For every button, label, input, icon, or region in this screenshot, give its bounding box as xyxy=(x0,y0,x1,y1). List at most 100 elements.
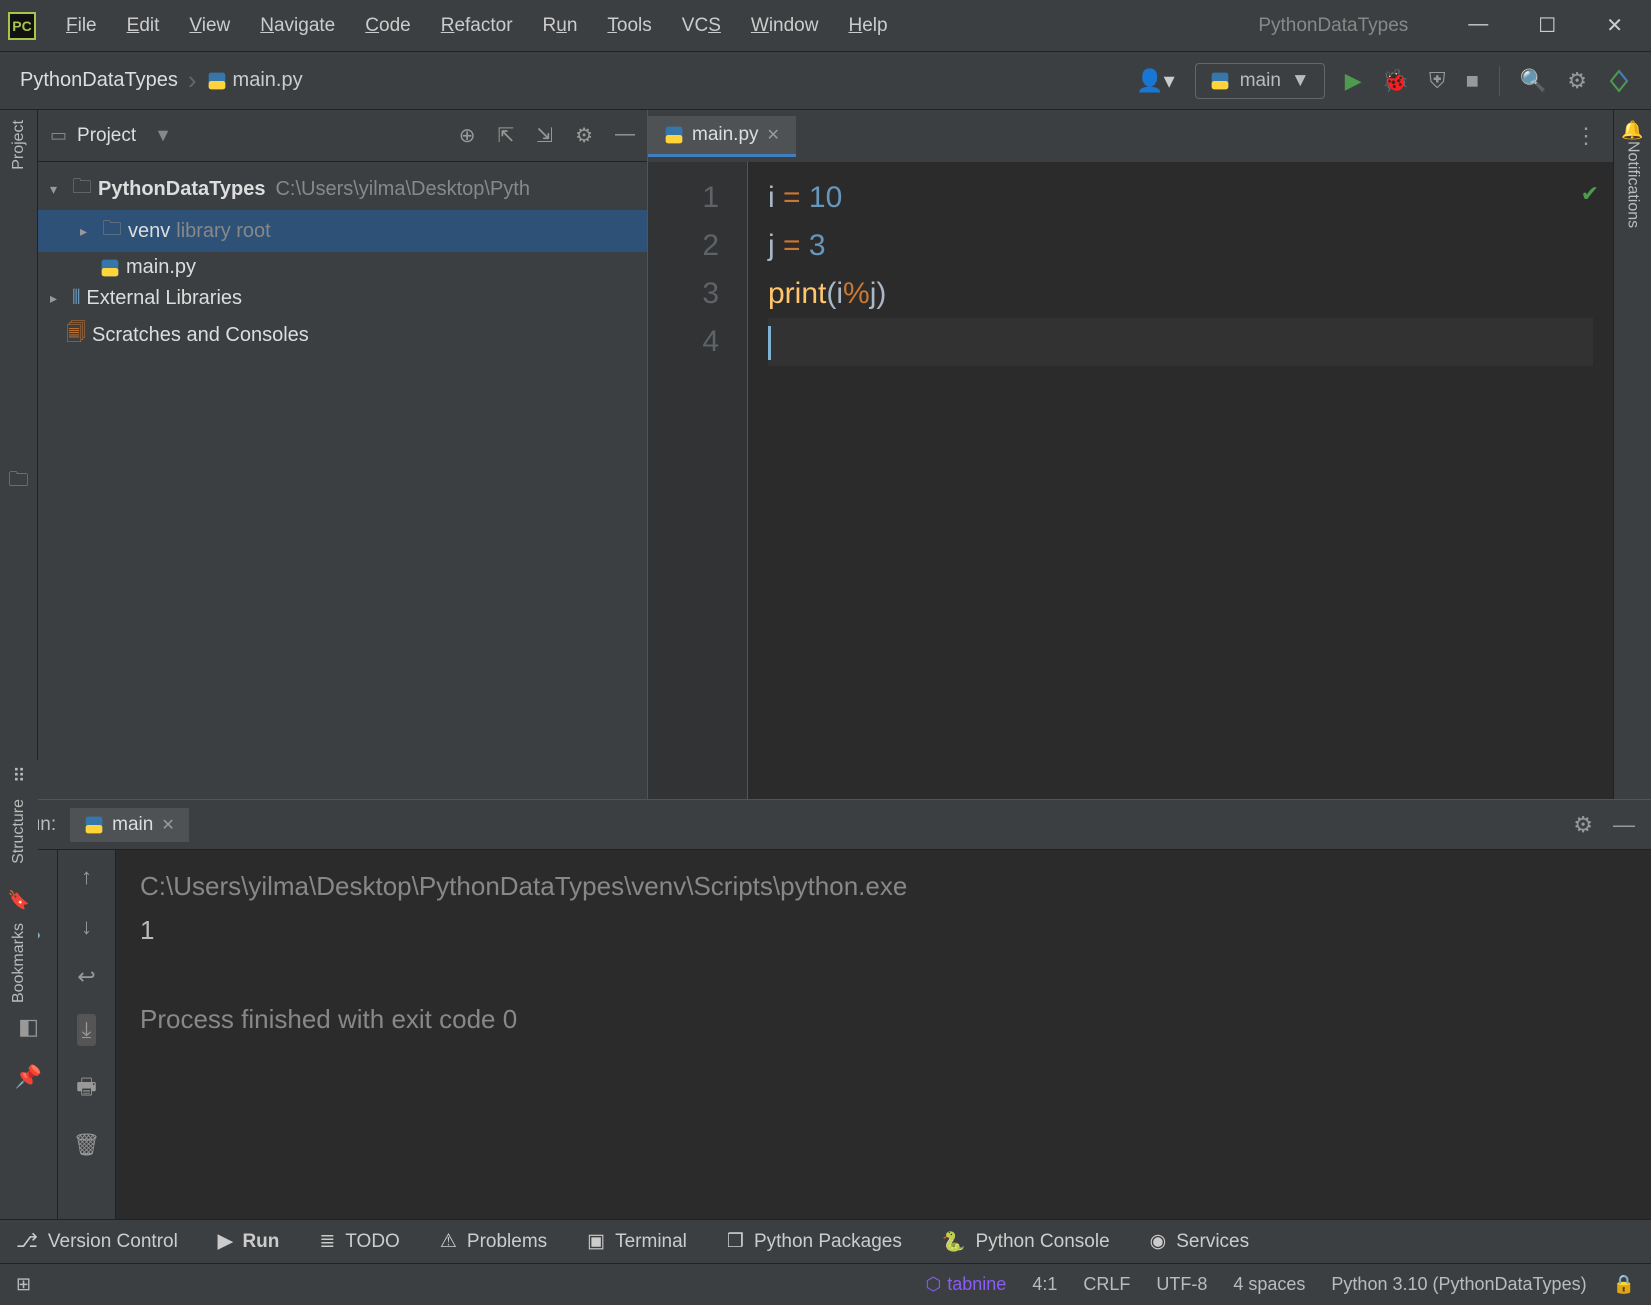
project-view-icon: ▭ xyxy=(50,125,67,146)
breadcrumb-project[interactable]: PythonDataTypes xyxy=(20,69,178,92)
run-body: ▶ 🔧 ■ ◧ 📌 ↑ ↓ ↩ ⤓ 🖶 🗑 C:\Users\yilma\Des… xyxy=(0,850,1651,1219)
services-label: Services xyxy=(1176,1231,1249,1253)
hide-panel-icon[interactable]: — xyxy=(615,123,635,148)
search-button[interactable]: 🔍 xyxy=(1520,68,1547,94)
line-number: 1 xyxy=(648,174,719,222)
trash-icon[interactable]: 🗑 xyxy=(73,1132,101,1158)
code-token: j xyxy=(768,229,775,262)
panel-settings-icon[interactable]: ⚙ xyxy=(575,123,593,148)
tab-close-icon[interactable]: ✕ xyxy=(767,125,780,145)
code-body[interactable]: ✔ i = 10 j = 3 print(i%j) xyxy=(748,162,1613,799)
code-token: ) xyxy=(876,277,886,310)
dropdown-arrow-icon[interactable]: ▼ xyxy=(154,125,172,146)
todo-tab[interactable]: ≣TODO xyxy=(319,1230,399,1253)
python-console-tab[interactable]: 🐍Python Console xyxy=(942,1230,1110,1254)
run-tab[interactable]: ▶Run xyxy=(218,1230,280,1253)
close-button[interactable]: ✕ xyxy=(1606,13,1623,38)
code-editor[interactable]: 1 2 3 4 ✔ i = 10 j = 3 print(i%j) xyxy=(648,162,1613,799)
code-token: ( xyxy=(826,277,836,310)
menu-navigate[interactable]: Navigate xyxy=(260,15,335,37)
debug-button[interactable]: 🐞 xyxy=(1382,68,1409,94)
problems-tab[interactable]: ⚠Problems xyxy=(440,1230,547,1253)
project-tool-tab[interactable]: Project xyxy=(10,120,28,170)
breadcrumb: PythonDataTypes › main.py xyxy=(20,65,303,96)
menu-file[interactable]: File xyxy=(66,15,97,37)
python-file-icon xyxy=(664,125,684,145)
cursor-position[interactable]: 4:1 xyxy=(1032,1274,1057,1295)
scroll-to-end-icon[interactable]: ⤓ xyxy=(77,1014,97,1046)
chevron-down-icon[interactable]: ▾ xyxy=(50,181,66,198)
bookmarks-tool-tab[interactable]: Bookmarks xyxy=(10,923,28,1003)
line-gutter: 1 2 3 4 xyxy=(648,162,748,799)
menu-window[interactable]: Window xyxy=(751,15,819,37)
menu-tools[interactable]: Tools xyxy=(607,15,651,37)
indent-setting[interactable]: 4 spaces xyxy=(1233,1274,1305,1295)
run-config-selector[interactable]: main ▼ xyxy=(1195,63,1325,99)
tree-root[interactable]: ▾ 🗀 PythonDataTypes C:\Users\yilma\Deskt… xyxy=(38,168,647,210)
tabnine-widget[interactable]: ⬡tabnine xyxy=(926,1274,1007,1295)
notifications-icon[interactable]: 🔔 xyxy=(1621,120,1643,141)
run-button[interactable]: ▶ xyxy=(1345,68,1362,94)
structure-icon[interactable]: ⠿ xyxy=(12,766,25,787)
menu-vcs[interactable]: VCS xyxy=(682,15,721,37)
structure-tool-tab[interactable]: Structure xyxy=(10,799,28,864)
files-icon[interactable]: 🗀 xyxy=(9,465,29,499)
pycharm-icon: PC xyxy=(8,12,36,40)
hide-run-panel-icon[interactable]: — xyxy=(1613,812,1635,838)
code-with-me-icon[interactable] xyxy=(1607,69,1631,93)
editor-menu-icon[interactable]: ⋮ xyxy=(1575,123,1597,149)
line-separator[interactable]: CRLF xyxy=(1083,1274,1130,1295)
maximize-button[interactable]: ☐ xyxy=(1538,13,1556,38)
terminal-label: Terminal xyxy=(615,1231,687,1253)
menu-refactor[interactable]: Refactor xyxy=(441,15,513,37)
print-icon[interactable]: 🖶 xyxy=(76,1070,97,1108)
select-opened-file-icon[interactable]: ⊕ xyxy=(459,123,476,148)
menu-help[interactable]: Help xyxy=(848,15,887,37)
console-result: 1 xyxy=(140,908,1627,952)
minimize-button[interactable]: — xyxy=(1468,13,1488,38)
lock-icon[interactable]: 🔒 xyxy=(1613,1274,1635,1295)
project-panel-title[interactable]: Project xyxy=(77,125,136,147)
tree-venv[interactable]: ▸ 🗀 venv library root xyxy=(38,210,647,252)
python-packages-tab[interactable]: ❒Python Packages xyxy=(727,1230,902,1253)
console-output[interactable]: C:\Users\yilma\Desktop\PythonDataTypes\v… xyxy=(116,850,1651,1219)
tab-close-icon[interactable]: ✕ xyxy=(161,815,174,835)
notifications-tool-tab[interactable]: Notifications xyxy=(1624,141,1642,228)
inspection-ok-icon[interactable]: ✔ xyxy=(1581,176,1599,211)
main-toolbar: PythonDataTypes › main.py 👤▾ main ▼ ▶ 🐞 … xyxy=(0,52,1651,110)
breadcrumb-file[interactable]: main.py xyxy=(207,69,303,92)
bookmarks-icon[interactable]: 🔖 xyxy=(8,890,30,911)
menu-view[interactable]: View xyxy=(189,15,230,37)
tree-external-libraries[interactable]: ▸ ⫴ External Libraries xyxy=(38,283,647,314)
interpreter-widget[interactable]: Python 3.10 (PythonDataTypes) xyxy=(1331,1274,1586,1295)
file-encoding[interactable]: UTF-8 xyxy=(1156,1274,1207,1295)
menu-code[interactable]: Code xyxy=(365,15,410,37)
titlebar: PC File Edit View Navigate Code Refactor… xyxy=(0,0,1651,52)
run-settings-icon[interactable]: ⚙ xyxy=(1573,812,1593,838)
pin-icon[interactable]: 📌 xyxy=(15,1064,42,1090)
tree-scratches[interactable]: 🗐 Scratches and Consoles xyxy=(38,314,647,356)
up-arrow-icon[interactable]: ↑ xyxy=(81,864,92,890)
editor-tab-mainpy[interactable]: main.py ✕ xyxy=(648,116,796,157)
down-arrow-icon[interactable]: ↓ xyxy=(81,914,92,940)
layout-icon[interactable]: ◧ xyxy=(18,1014,39,1040)
collapse-all-icon[interactable]: ⇲ xyxy=(536,123,553,148)
tool-window-icon[interactable]: ⊞ xyxy=(16,1274,31,1295)
run-tab[interactable]: main ✕ xyxy=(70,808,189,842)
settings-button[interactable]: ⚙ xyxy=(1567,68,1587,94)
services-tab[interactable]: ◉Services xyxy=(1150,1230,1249,1253)
user-icon[interactable]: 👤▾ xyxy=(1136,68,1174,94)
tree-scratch-label: Scratches and Consoles xyxy=(92,324,309,347)
coverage-button[interactable]: ⛨ xyxy=(1429,68,1446,94)
stop-button[interactable]: ■ xyxy=(1466,68,1479,94)
expand-all-icon[interactable]: ⇱ xyxy=(498,123,515,148)
soft-wrap-icon[interactable]: ↩ xyxy=(77,964,95,990)
version-control-tab[interactable]: ⎇Version Control xyxy=(16,1230,178,1253)
menu-edit[interactable]: Edit xyxy=(127,15,160,37)
tree-mainpy[interactable]: main.py xyxy=(38,252,647,283)
terminal-tab[interactable]: ▣Terminal xyxy=(587,1230,687,1253)
chevron-right-icon[interactable]: ▸ xyxy=(80,223,96,240)
chevron-right-icon[interactable]: ▸ xyxy=(50,290,66,307)
menu-run[interactable]: Run xyxy=(543,15,578,37)
bottom-tool-bar: ⎇Version Control ▶Run ≣TODO ⚠Problems ▣T… xyxy=(0,1219,1651,1263)
